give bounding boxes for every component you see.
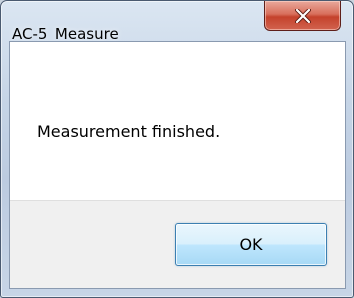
ok-button[interactable]: OK (175, 223, 327, 266)
message-text: Measurement finished. (37, 122, 221, 141)
close-icon (294, 8, 311, 23)
dialog-window: AC-5_Measure Measurement finished. OK (0, 0, 354, 298)
button-area: OK (10, 200, 345, 288)
title-bar[interactable]: AC-5_Measure (1, 1, 353, 43)
dialog-content: Measurement finished. OK (9, 41, 346, 289)
close-button[interactable] (264, 1, 341, 31)
